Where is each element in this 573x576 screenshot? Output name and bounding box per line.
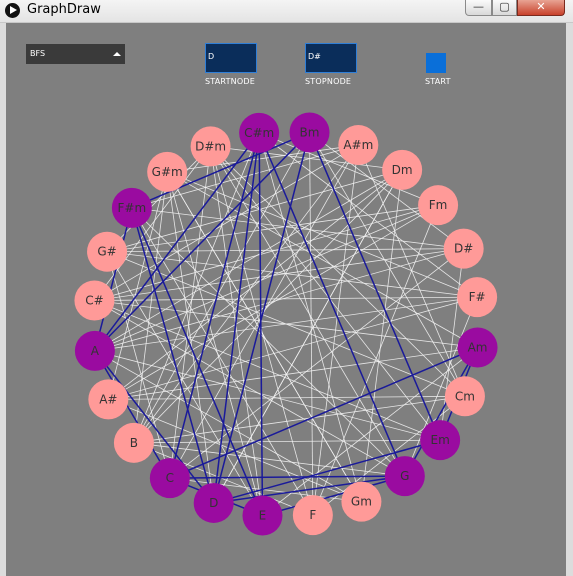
stop-node-value: D# xyxy=(308,52,321,61)
node-label: C xyxy=(166,471,174,485)
node-D[interactable]: D xyxy=(193,482,234,523)
node-D#[interactable]: D# xyxy=(443,228,484,269)
app-window: GraphDraw — ▢ ✕ C#m Bm A#m Dm Fm D# F# Am Cm Em G G… xyxy=(0,0,573,576)
edge-layer xyxy=(94,132,478,516)
stop-node-label: STOPNODE xyxy=(305,77,352,86)
node-label: C# xyxy=(85,293,103,307)
start-label: START xyxy=(425,77,451,86)
node-label: B xyxy=(130,436,138,450)
node-label: D# xyxy=(454,242,473,256)
node-label: G# xyxy=(97,245,116,259)
node-label: G#m xyxy=(152,165,183,179)
start-node-label: STARTNODE xyxy=(205,77,255,86)
node-G[interactable]: G xyxy=(384,456,425,497)
node-F[interactable]: F xyxy=(292,495,333,536)
node-C#m[interactable]: C#m xyxy=(239,112,280,153)
node-label: G xyxy=(400,469,409,483)
node-label: A#m xyxy=(343,138,373,152)
maximize-button[interactable]: ▢ xyxy=(492,0,517,16)
node-label: Dm xyxy=(392,163,413,177)
node-label: F xyxy=(309,508,316,522)
node-label: Bm xyxy=(300,125,320,139)
node-B[interactable]: B xyxy=(113,422,154,463)
edge-Fm-A xyxy=(94,204,439,352)
edge-F#m-D# xyxy=(131,207,464,249)
node-label: E xyxy=(259,509,267,523)
node-label: Cm xyxy=(455,389,475,403)
node-C[interactable]: C xyxy=(149,458,190,499)
node-label: C#m xyxy=(244,126,274,140)
stop-node-input[interactable]: D# xyxy=(305,43,357,73)
minimize-button[interactable]: — xyxy=(465,0,492,16)
node-Gm[interactable]: Gm xyxy=(341,481,382,522)
node-Bm[interactable]: Bm xyxy=(289,112,330,153)
algorithm-selected: BFS xyxy=(30,49,46,58)
node-label: Gm xyxy=(351,495,372,509)
path-edge-A-Bm xyxy=(94,131,311,352)
node-Fm[interactable]: Fm xyxy=(418,185,459,226)
node-label: A xyxy=(91,344,100,358)
close-button[interactable]: ✕ xyxy=(517,0,565,16)
node-F#[interactable]: F# xyxy=(457,277,498,318)
node-label: Em xyxy=(430,433,449,447)
dropdown-arrow-icon xyxy=(113,52,121,56)
edge-D#-G# xyxy=(107,248,464,253)
node-A#m[interactable]: A#m xyxy=(338,125,379,166)
node-label: F#m xyxy=(118,201,147,215)
node-E[interactable]: E xyxy=(242,495,283,536)
node-D#m[interactable]: D#m xyxy=(190,126,231,167)
window-title: GraphDraw xyxy=(27,2,101,17)
edge-Am-A# xyxy=(108,347,478,400)
path-edge-E-G xyxy=(262,475,406,517)
edge-Cm-D#m xyxy=(210,146,466,397)
start-node-input[interactable]: D xyxy=(205,43,257,73)
node-label: A# xyxy=(99,392,117,406)
edge-C-A#m xyxy=(169,144,359,479)
node-label: D xyxy=(209,496,218,510)
title-bar[interactable]: GraphDraw — ▢ ✕ xyxy=(0,0,573,23)
node-label: F# xyxy=(469,290,486,304)
node-Em[interactable]: Em xyxy=(420,420,461,461)
node-Cm[interactable]: Cm xyxy=(444,376,485,417)
node-F#m[interactable]: F#m xyxy=(111,187,152,228)
start-button[interactable] xyxy=(426,53,446,73)
node-Am[interactable]: Am xyxy=(457,327,498,368)
edge-D-Dm xyxy=(213,169,403,504)
app-play-icon xyxy=(5,3,20,18)
edge-D#-C xyxy=(169,248,464,479)
algorithm-dropdown[interactable]: BFS xyxy=(26,44,125,64)
graph-canvas[interactable]: C#m Bm A#m Dm Fm D# F# Am Cm Em G Gm F E D C B A# A C# G# F#m… xyxy=(6,23,566,576)
node-G#[interactable]: G# xyxy=(87,231,128,272)
node-A#[interactable]: A# xyxy=(88,379,129,420)
node-label: Am xyxy=(468,341,488,355)
node-C#[interactable]: C# xyxy=(74,280,115,321)
path-edge-C-G xyxy=(169,475,405,479)
node-Dm[interactable]: Dm xyxy=(382,149,423,190)
graph-view: C#m Bm A#m Dm Fm D# F# Am Cm Em G Gm F E D C B A# A C# G# F#m… xyxy=(74,112,498,536)
node-label: D#m xyxy=(195,139,226,153)
start-node-value: D xyxy=(208,52,215,61)
edge-Cm-B xyxy=(133,395,466,444)
node-label: Fm xyxy=(429,198,448,212)
node-G#m[interactable]: G#m xyxy=(147,151,188,192)
node-A[interactable]: A xyxy=(74,330,115,371)
